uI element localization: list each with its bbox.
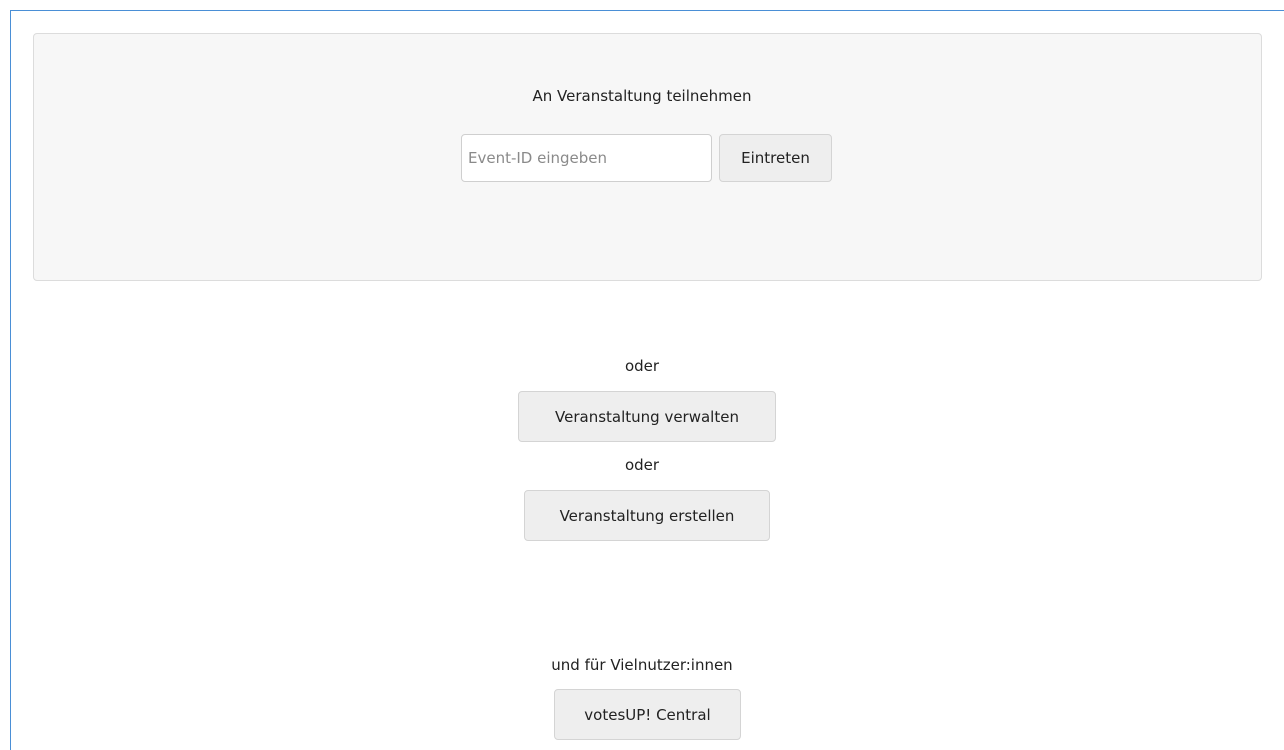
join-event-heading: An Veranstaltung teilnehmen <box>532 87 752 105</box>
create-event-button[interactable]: Veranstaltung erstellen <box>524 490 770 541</box>
event-id-input[interactable] <box>461 134 712 182</box>
separator-text: oder <box>624 357 660 375</box>
join-event-form: Eintreten <box>461 134 832 182</box>
separator-text: oder <box>624 456 660 474</box>
votesup-central-button[interactable]: votesUP! Central <box>554 689 741 740</box>
manage-event-button[interactable]: Veranstaltung verwalten <box>518 391 776 442</box>
power-users-text: und für Vielnutzer:innen <box>551 656 733 674</box>
enter-button[interactable]: Eintreten <box>719 134 832 182</box>
